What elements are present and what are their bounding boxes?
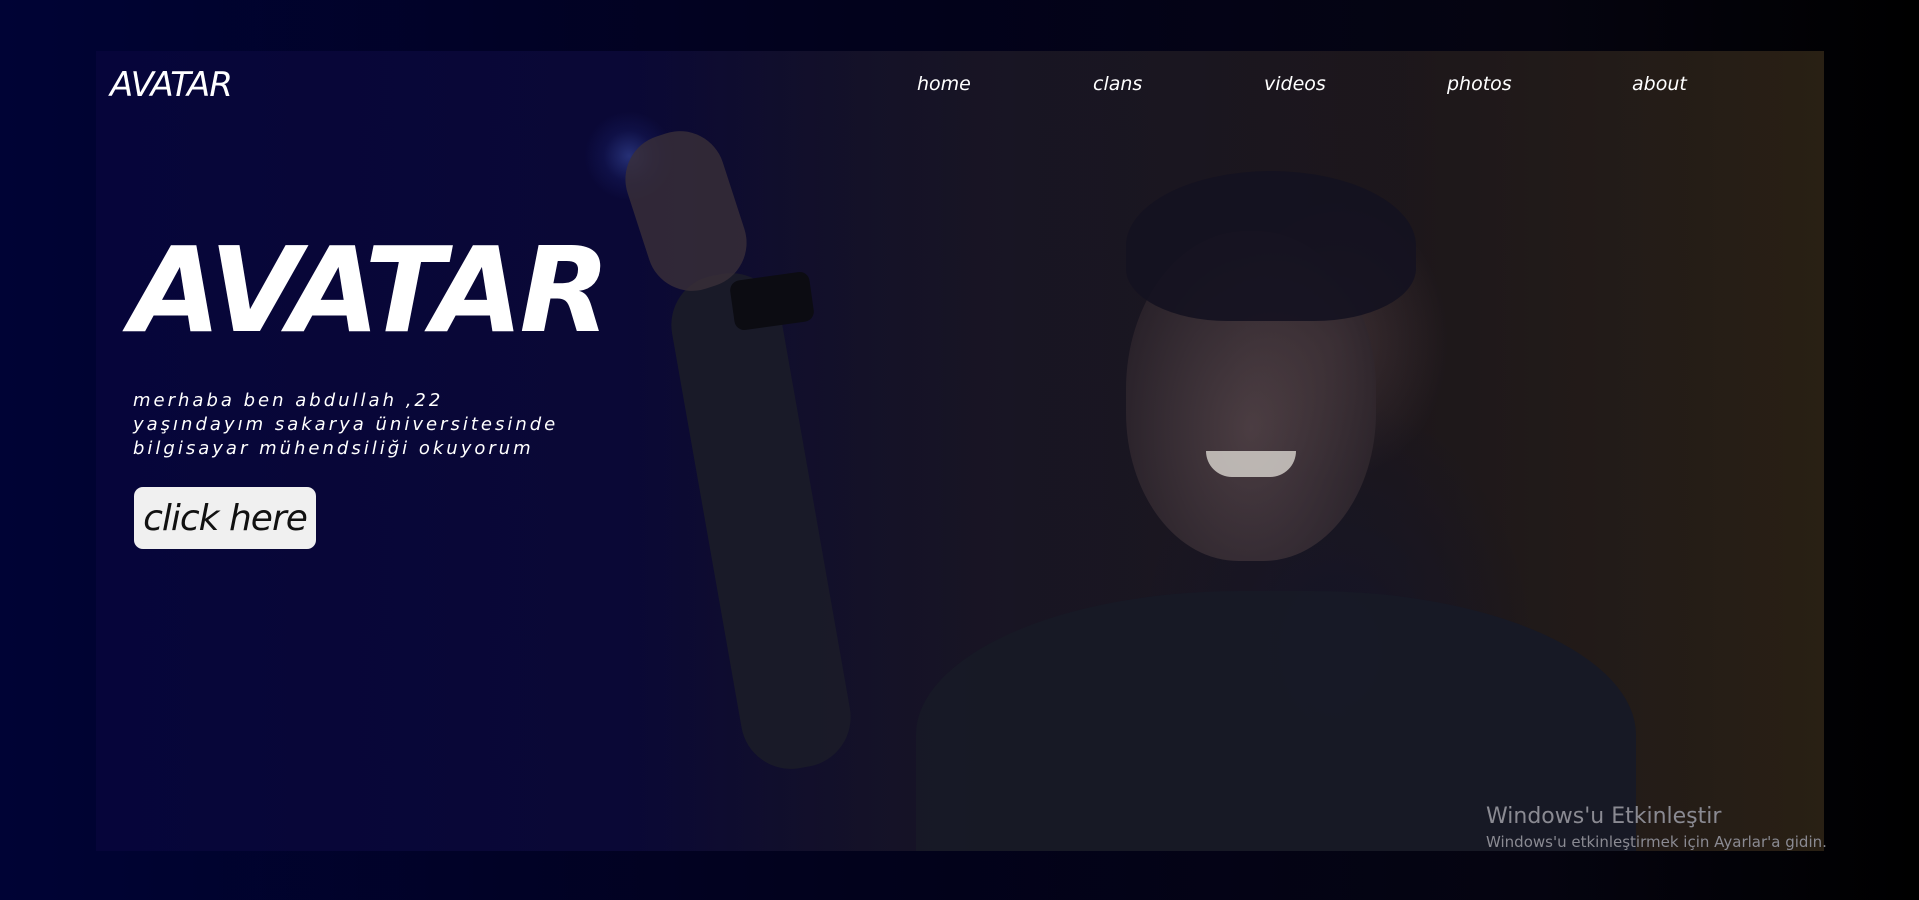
- intro-line-1: merhaba ben abdullah ,22: [133, 390, 444, 411]
- watermark-subtitle: Windows'u etkinleştirmek için Ayarlar'a …: [1486, 833, 1827, 851]
- person-hair: [1126, 171, 1416, 321]
- nav-about[interactable]: about: [1632, 73, 1687, 95]
- nav-photos[interactable]: photos: [1447, 73, 1512, 95]
- page-viewport: AVATAR home clans videos photos about AV…: [0, 0, 1919, 900]
- intro-line-3: bilgisayar mühendsiliği okuyorum: [133, 438, 534, 459]
- watermark-title: Windows'u Etkinleştir: [1486, 804, 1722, 829]
- main-nav: home clans videos photos about: [96, 73, 1824, 103]
- nav-videos[interactable]: videos: [1264, 73, 1326, 95]
- hero-title: AVATAR: [130, 221, 610, 359]
- person-smile: [1206, 451, 1296, 477]
- intro-line-2: yaşındayım sakarya üniversitesinde: [133, 414, 559, 435]
- hero-intro: merhaba ben abdullah ,22 yaşındayım saka…: [133, 389, 613, 461]
- click-here-button[interactable]: click here: [134, 487, 316, 549]
- nav-clans[interactable]: clans: [1093, 73, 1142, 95]
- hero-section: AVATAR home clans videos photos about AV…: [96, 51, 1824, 851]
- nav-home[interactable]: home: [917, 73, 971, 95]
- windows-activation-watermark: Windows'u Etkinleştir Windows'u etkinleş…: [1486, 803, 1827, 853]
